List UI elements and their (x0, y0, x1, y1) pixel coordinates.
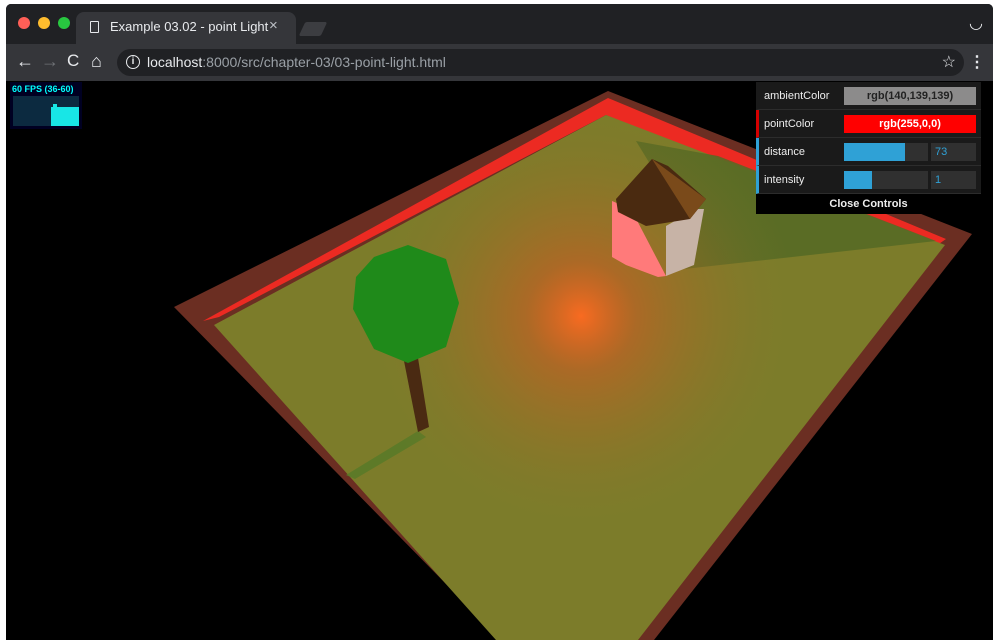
point-color-row: pointColor rgb(255,0,0) (756, 110, 981, 138)
page-icon (90, 21, 99, 33)
tab-title: Example 03.02 - point Light (110, 19, 269, 34)
toolbar: ← → C ⌂ i localhost:8000/src/chapter-03/… (6, 44, 993, 81)
url-host: localhost (147, 54, 203, 70)
info-icon[interactable]: i (126, 55, 140, 69)
star-icon[interactable]: ☆ (942, 52, 956, 72)
ambient-color-label: ambientColor (764, 90, 830, 102)
url-path: :8000/src/chapter-03/03-point-light.html (202, 54, 446, 70)
distance-row: distance 73 (756, 138, 981, 166)
fps-graph-bars (51, 104, 79, 126)
dat-gui-panel: ambientColor rgb(140,139,139) pointColor… (756, 82, 981, 214)
tab-strip: Example 03.02 - point Light × ◡ (6, 4, 993, 44)
webgl-canvas[interactable]: 60 FPS (36-60) ambientColor rgb(140,139,… (6, 81, 993, 640)
back-icon[interactable]: ← (16, 51, 34, 71)
zoom-window-button[interactable] (58, 17, 70, 29)
intensity-input[interactable]: 1 (931, 171, 976, 189)
url-text[interactable]: localhost:8000/src/chapter-03/03-point-l… (147, 54, 446, 70)
fps-graph (13, 96, 79, 126)
fps-stats[interactable]: 60 FPS (36-60) (10, 82, 82, 129)
ambient-color-swatch[interactable]: rgb(140,139,139) (844, 87, 976, 105)
fps-text: 60 FPS (36-60) (12, 84, 74, 94)
distance-slider[interactable] (844, 143, 928, 161)
close-controls-button[interactable]: Close Controls (756, 194, 981, 214)
new-tab-button[interactable] (298, 22, 328, 36)
kebab-menu-icon[interactable]: ⋮ (969, 52, 985, 72)
address-bar[interactable]: i localhost:8000/src/chapter-03/03-point… (117, 49, 964, 76)
intensity-slider[interactable] (844, 171, 928, 189)
intensity-label: intensity (764, 174, 805, 186)
browser-window: Example 03.02 - point Light × ◡ ← → C ⌂ … (6, 4, 993, 640)
forward-icon[interactable]: → (41, 51, 59, 71)
distance-slider-fill (844, 143, 906, 161)
close-window-button[interactable] (18, 17, 30, 29)
ambient-color-row: ambientColor rgb(140,139,139) (756, 82, 981, 110)
point-color-swatch[interactable]: rgb(255,0,0) (844, 115, 976, 133)
incognito-icon: ◡ (969, 15, 983, 32)
intensity-row: intensity 1 (756, 166, 981, 194)
minimize-window-button[interactable] (38, 17, 50, 29)
home-icon[interactable]: ⌂ (91, 51, 102, 71)
tab-active[interactable]: Example 03.02 - point Light × (76, 12, 296, 44)
point-color-label: pointColor (764, 118, 815, 130)
reload-icon[interactable]: C (67, 51, 79, 71)
distance-label: distance (764, 146, 805, 158)
intensity-slider-fill (844, 171, 872, 189)
tab-close-icon[interactable]: × (269, 17, 278, 34)
distance-input[interactable]: 73 (931, 143, 976, 161)
